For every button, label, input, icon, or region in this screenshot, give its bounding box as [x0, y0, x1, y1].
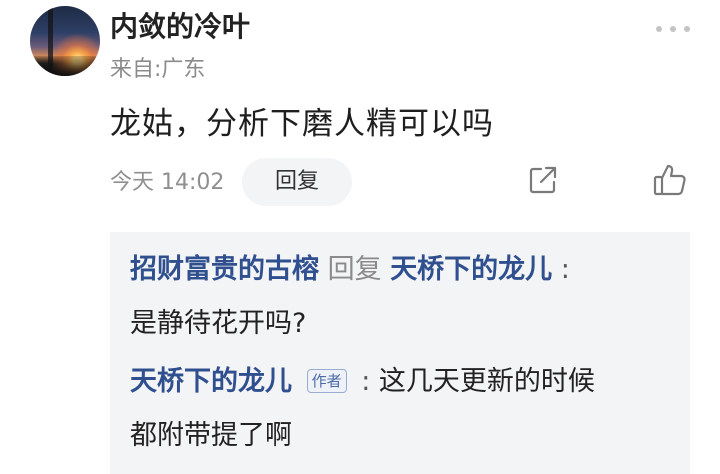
- thumbs-up-icon[interactable]: [652, 162, 688, 198]
- reply-colon: :: [560, 254, 570, 285]
- share-icon[interactable]: [527, 164, 559, 196]
- more-icon-dot: [670, 26, 676, 32]
- reply-thread: 招财富贵的古榕 回复 天桥下的龙儿 : 是静待花开吗? 天桥下的龙儿 作者 : …: [110, 232, 690, 474]
- timestamp: 今天 14:02: [110, 170, 225, 195]
- avatar[interactable]: [30, 6, 100, 76]
- reply-colon: :: [361, 366, 371, 397]
- reply-author[interactable]: 招财富贵的古榕: [130, 254, 319, 285]
- reply-word: 回复: [327, 254, 382, 285]
- location-text: 来自:广东: [110, 57, 206, 82]
- reply-text-line1: 这几天更新的时候: [378, 366, 595, 397]
- avatar-tree-line: [30, 56, 100, 76]
- more-icon-dot: [656, 26, 662, 32]
- username[interactable]: 内敛的冷叶: [110, 10, 250, 44]
- more-icon[interactable]: [656, 24, 690, 34]
- reply-text-line2: 是静待花开吗?: [130, 308, 307, 339]
- reply-text-line2: 都附带提了啊: [130, 420, 292, 451]
- more-icon-dot: [684, 26, 690, 32]
- reply-item: 招财富贵的古榕 回复 天桥下的龙儿 :: [130, 250, 570, 290]
- reply-button[interactable]: 回复: [242, 158, 352, 206]
- reply-target[interactable]: 天桥下的龙儿: [390, 254, 552, 285]
- comment-text: 龙姑，分析下磨人精可以吗: [110, 106, 494, 142]
- reply-item: 天桥下的龙儿 作者 : 这几天更新的时候: [130, 362, 595, 402]
- author-badge: 作者: [306, 369, 347, 393]
- reply-author[interactable]: 天桥下的龙儿: [130, 366, 292, 397]
